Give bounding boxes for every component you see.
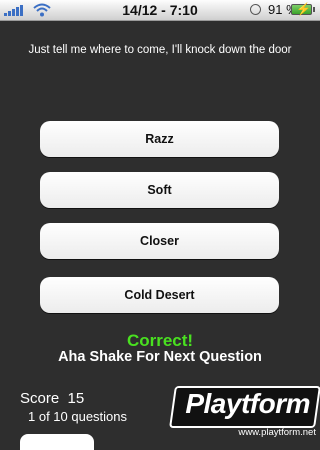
score-display: Score 15 — [20, 390, 84, 407]
answer-button-razz[interactable]: Razz — [40, 121, 279, 157]
score-value: 15 — [67, 390, 85, 407]
answer-button-closer[interactable]: Closer — [40, 223, 279, 259]
question-progress: 1 of 10 questions — [28, 409, 128, 424]
answer-button-cold-desert[interactable]: Cold Desert — [40, 277, 279, 313]
result-message: Aha Shake For Next Question — [58, 349, 262, 365]
watermark-brand: Playtform — [185, 388, 310, 419]
watermark-logo: Playtform www.playtform.net — [162, 382, 320, 442]
clock-icon — [250, 4, 261, 15]
answer-button-soft[interactable]: Soft — [40, 172, 279, 208]
question-lyric: Just tell me where to come, I'll knock d… — [28, 44, 292, 56]
status-bar: 14/12 - 7:10 91 % ⚡ — [0, 0, 320, 21]
score-label: Score — [20, 390, 60, 407]
result-status: Correct! — [126, 331, 194, 350]
watermark-url: www.playtform.net — [238, 427, 316, 438]
charging-icon: ⚡ — [296, 2, 311, 16]
bottom-button[interactable] — [20, 434, 94, 450]
